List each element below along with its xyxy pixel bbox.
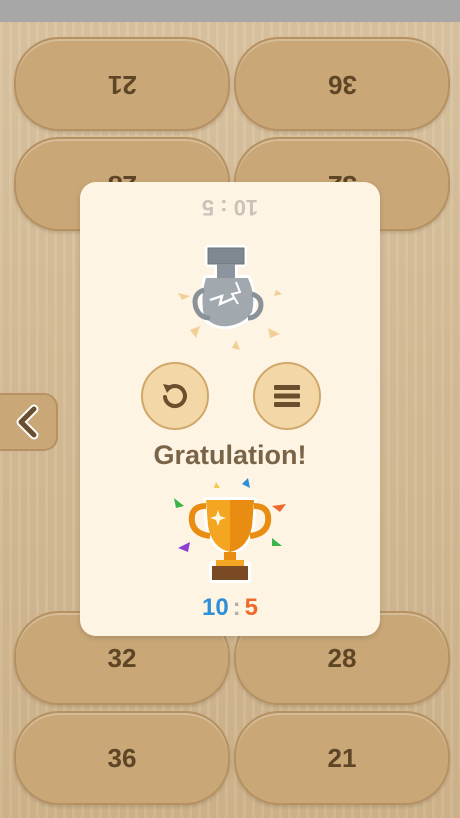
score-separator: : — [232, 594, 241, 621]
restart-button[interactable] — [141, 362, 209, 430]
restart-icon — [163, 384, 187, 408]
status-bar — [0, 0, 460, 22]
number-pill[interactable]: 21 — [14, 37, 230, 131]
score-right: 5 — [244, 594, 259, 621]
number-pill[interactable]: 36 — [14, 711, 230, 805]
pill-value: 28 — [327, 642, 357, 673]
opponent-score: 10 : 5 — [201, 195, 259, 220]
chevron-left-icon — [16, 404, 39, 440]
menu-icon — [274, 385, 300, 407]
pill-value: 21 — [107, 69, 137, 100]
menu-button[interactable] — [253, 362, 321, 430]
back-button[interactable] — [0, 393, 58, 451]
score-left: 10 — [201, 594, 229, 621]
number-pill[interactable]: 21 — [234, 711, 450, 805]
pill-value: 32 — [107, 642, 137, 673]
pill-value: 21 — [327, 742, 357, 773]
broken-trophy-icon — [178, 245, 282, 350]
pill-value: 36 — [107, 742, 137, 773]
pill-value: 36 — [327, 69, 357, 100]
player-score: 10:5 — [80, 594, 380, 622]
number-pill[interactable]: 36 — [234, 37, 450, 131]
trophy-icon — [174, 478, 286, 583]
result-title: Gratulation! — [153, 440, 307, 470]
